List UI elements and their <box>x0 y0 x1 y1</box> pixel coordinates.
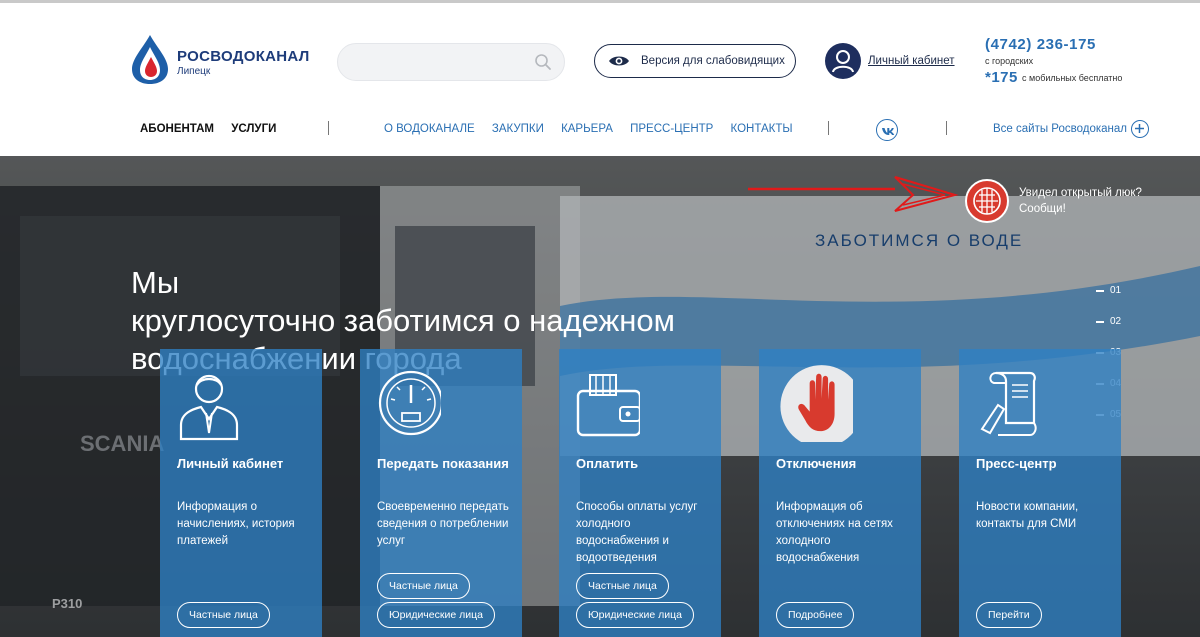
card-description: Новости компании, контакты для СМИ <box>976 501 1079 530</box>
search-icon[interactable] <box>534 53 552 71</box>
logo-name: РОСВОДОКАНАЛ <box>177 48 310 65</box>
report-open-hatch-widget[interactable]: Увидел открытый люк? Сообщи! <box>965 179 1155 225</box>
stop-hand-icon <box>780 365 853 442</box>
hero-title-line: круглосуточно заботимся о надежном <box>131 303 675 338</box>
audience-nav: АБОНЕНТАМ УСЛУГИ <box>140 123 290 135</box>
slide-dot[interactable]: 02 <box>1096 306 1121 337</box>
slide-number: 01 <box>1110 285 1122 296</box>
vk-icon[interactable] <box>876 119 898 141</box>
card-personal-account[interactable]: Личный кабинет Информация о начислениях,… <box>160 349 322 637</box>
low-vision-button[interactable]: Версия для слабовидящих <box>594 44 796 78</box>
card-title: Передать показания <box>377 456 509 471</box>
card-pay[interactable]: Оплатить Способы оплаты услуг холодного … <box>559 349 721 637</box>
legal-entities-button[interactable]: Юридические лица <box>377 602 495 628</box>
nav-item-contacts[interactable]: КОНТАКТЫ <box>731 123 793 135</box>
private-persons-button[interactable]: Частные лица <box>177 602 270 628</box>
slide-dot[interactable]: 01 <box>1096 275 1121 306</box>
search-input[interactable] <box>352 52 527 72</box>
eye-icon <box>609 56 629 66</box>
more-info-button[interactable]: Подробнее <box>776 602 855 628</box>
nav-divider <box>828 121 829 135</box>
slide-number: 02 <box>1110 316 1122 327</box>
low-vision-label: Версия для слабовидящих <box>641 55 785 67</box>
legal-entities-button[interactable]: Юридические лица <box>576 602 694 628</box>
user-silhouette-icon <box>832 50 854 73</box>
nav-item-services[interactable]: УСЛУГИ <box>231 123 276 135</box>
water-drop-logo-icon <box>132 35 168 84</box>
phone-number[interactable]: (4742) 236-175 <box>985 36 1096 53</box>
card-description: Информация об отключениях на сетях холод… <box>776 501 893 564</box>
private-persons-button[interactable]: Частные лица <box>576 573 669 599</box>
card-press-center[interactable]: Пресс-центр Новости компании, контакты д… <box>959 349 1121 637</box>
private-persons-button[interactable]: Частные лица <box>377 573 470 599</box>
short-number[interactable]: *175 <box>985 69 1018 86</box>
vk-logo-icon <box>882 128 895 135</box>
annotation-arrow <box>748 176 959 212</box>
search-box[interactable] <box>337 43 565 81</box>
nav-item-press[interactable]: ПРЕСС-ЦЕНТР <box>630 123 713 135</box>
card-title: Оплатить <box>576 456 639 471</box>
nav-item-subscribers[interactable]: АБОНЕНТАМ <box>140 123 214 135</box>
hero-banner: ЗАБОТИМСЯ О ВОДЕ SCANIA P310 Увидел откр… <box>0 156 1200 637</box>
go-button[interactable]: Перейти <box>976 602 1042 628</box>
hero-title-line: Мы <box>131 265 180 300</box>
scroll-document-icon <box>980 371 1037 436</box>
hatch-report-call: Сообщи! <box>1019 203 1066 215</box>
logo[interactable]: РОСВОДОКАНАЛ Липецк <box>130 33 320 85</box>
hatch-report-question: Увидел открытый люк? <box>1019 187 1142 199</box>
plus-icon[interactable] <box>1131 120 1149 138</box>
wallet-icon <box>576 374 640 437</box>
nav-item-careers[interactable]: КАРЬЕРА <box>561 123 613 135</box>
nav-item-procurement[interactable]: ЗАКУПКИ <box>492 123 544 135</box>
phone-note: с городских <box>985 56 1034 66</box>
card-outages[interactable]: Отключения Информация об отключениях на … <box>759 349 921 637</box>
card-submit-readings[interactable]: Передать показания Своевременно передать… <box>360 349 522 637</box>
card-description: Информация о начислениях, история платеж… <box>177 501 295 547</box>
logo-city: Липецк <box>177 66 211 77</box>
personal-account-link[interactable]: Личный кабинет <box>868 55 955 67</box>
hatch-report-text: Увидел открытый люк? Сообщи! <box>1019 185 1159 217</box>
main-nav: О ВОДОКАНАЛЕ ЗАКУПКИ КАРЬЕРА ПРЕСС-ЦЕНТР… <box>384 123 807 135</box>
user-icon <box>179 374 239 441</box>
plus-glyph-icon <box>1135 124 1144 133</box>
nav-divider <box>946 121 947 135</box>
nav-divider <box>328 121 329 135</box>
card-description: Способы оплаты услуг холодного водоснабж… <box>576 501 698 564</box>
site-header: РОСВОДОКАНАЛ Липецк Версия для слабовидя… <box>0 0 1200 156</box>
manhole-icon <box>965 179 1009 223</box>
card-title: Личный кабинет <box>177 456 284 471</box>
short-number-note: с мобильных бесплатно <box>1022 73 1123 83</box>
user-icon[interactable] <box>825 43 861 79</box>
meter-gauge-icon <box>378 370 441 436</box>
card-title: Отключения <box>776 456 857 471</box>
all-sites-link[interactable]: Все сайты Росводоканал <box>993 123 1127 135</box>
card-description: Своевременно передать сведения о потребл… <box>377 501 509 547</box>
manhole-grid-icon <box>973 187 1001 215</box>
card-title: Пресс-центр <box>976 456 1057 471</box>
nav-item-about[interactable]: О ВОДОКАНАЛЕ <box>384 123 475 135</box>
